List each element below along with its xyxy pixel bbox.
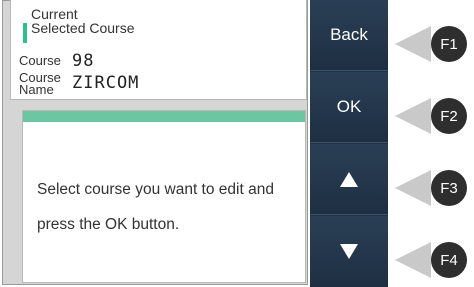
course-name-value: ZIRCOM (72, 73, 140, 93)
current-course-panel: Current Selected Course Course 98 Course… (10, 0, 307, 100)
up-button[interactable] (310, 144, 388, 215)
f2-key[interactable]: F2 (391, 94, 469, 138)
triangle-up-icon (340, 171, 358, 187)
ok-button[interactable]: OK (310, 72, 388, 143)
f4-key[interactable]: F4 (391, 238, 469, 282)
side-button-column: Back OK (310, 0, 388, 287)
f1-label: F1 (440, 35, 458, 53)
back-button[interactable]: Back (310, 0, 388, 71)
f2-label: F2 (440, 107, 458, 125)
triangle-down-icon (340, 244, 358, 259)
f1-key[interactable]: F1 (391, 22, 469, 66)
course-number: 98 (72, 51, 95, 71)
f4-label: F4 (440, 251, 458, 269)
ok-button-label: OK (336, 97, 362, 116)
current-selected-course-label: Current Selected Course (31, 6, 135, 36)
instruction-text: Select course you want to edit and press… (37, 181, 274, 233)
message-panel: Select course you want to edit and press… (22, 110, 306, 283)
down-button[interactable] (310, 216, 388, 287)
course-name-label: Course Name (19, 70, 61, 97)
back-button-label: Back (330, 25, 368, 44)
f3-key[interactable]: F3 (391, 166, 469, 210)
f3-label: F3 (440, 179, 458, 197)
current-indicator-bar (23, 23, 27, 43)
message-header-bar (23, 111, 305, 122)
course-label: Course (19, 53, 61, 68)
